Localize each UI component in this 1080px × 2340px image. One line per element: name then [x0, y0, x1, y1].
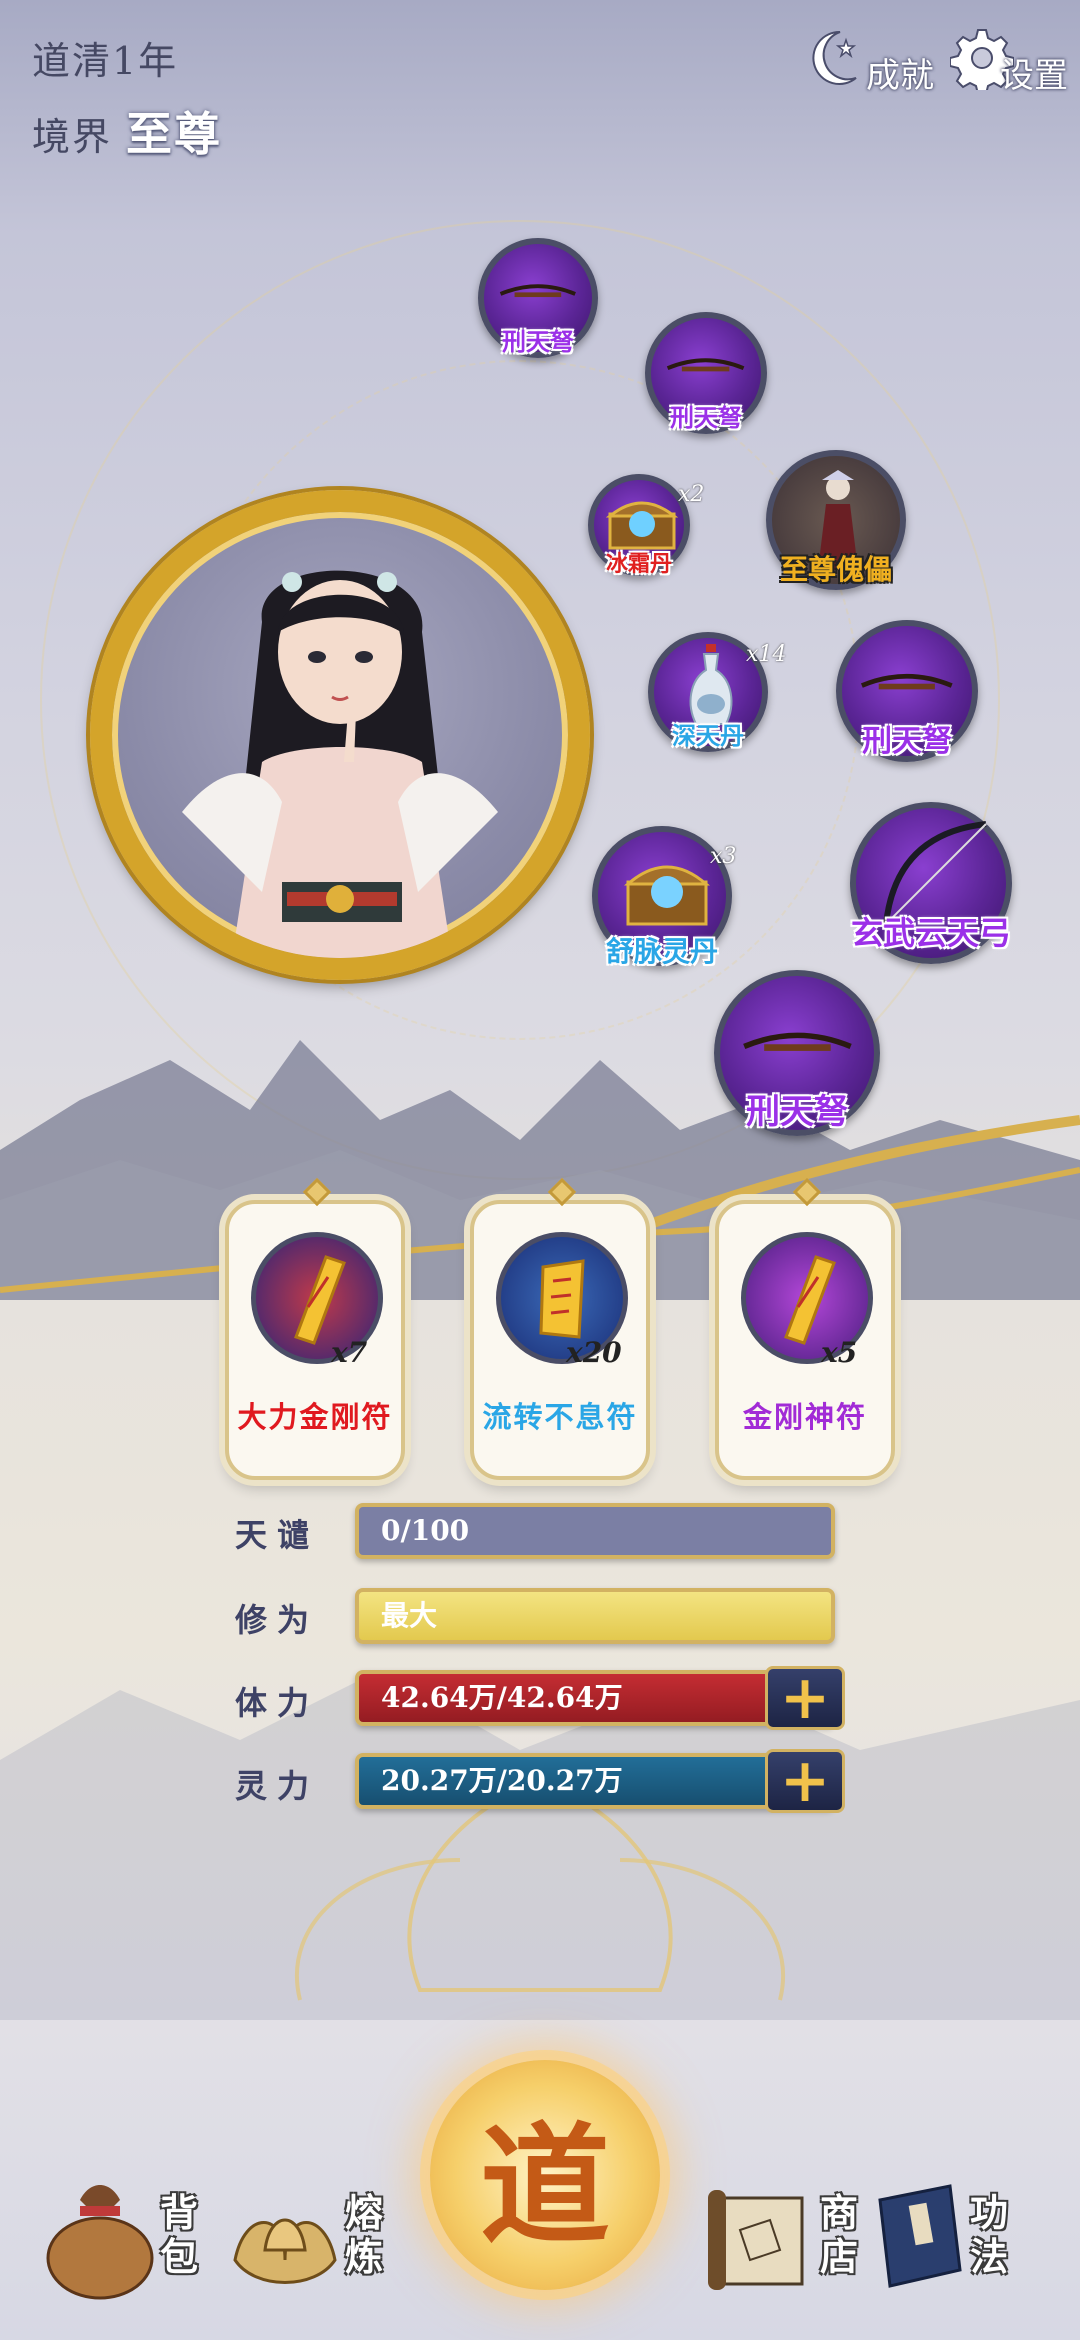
stat-label-xiuwei: 修为: [235, 1601, 320, 1639]
item-label: 深天丹: [672, 721, 744, 750]
crescent-star-icon: [812, 30, 857, 85]
item-label: 刑天弩: [746, 1092, 848, 1132]
treasure-chest-icon: [623, 865, 711, 926]
crossbow-icon: [667, 358, 745, 372]
nav-label: 商店: [820, 2190, 859, 2279]
nav-skills[interactable]: 功法: [860, 2170, 1014, 2300]
treasure-chest-icon: [606, 501, 678, 550]
stat-bar-lingli: 20.27万/20.27万: [355, 1753, 835, 1809]
talisman-count: x7: [331, 1336, 368, 1369]
stat-bar-xiuwei: 最大: [355, 1588, 835, 1644]
talisman-card-dali[interactable]: x7 大力金刚符: [225, 1177, 405, 1480]
item-label: 至尊傀儡: [779, 553, 892, 586]
plus-icon: +: [779, 1663, 831, 1733]
character-figure: [182, 570, 498, 958]
item-xingtian-crossbow-4[interactable]: 刑天弩: [714, 970, 880, 1136]
add-spirit-button[interactable]: +: [765, 1749, 845, 1813]
talisman-card-liuzhuan[interactable]: x20 流转不息符: [470, 1177, 650, 1480]
item-count: x14: [746, 642, 787, 667]
dao-cultivate-button[interactable]: 道: [430, 2060, 660, 2290]
character-portrait[interactable]: [90, 490, 590, 980]
stat-bar-tianqian: 0/100: [355, 1503, 835, 1559]
item-xuanwu-longbow[interactable]: 玄武云天弓: [850, 802, 1012, 964]
realm-value: 至尊: [126, 107, 223, 161]
realm-label: 境界: [32, 115, 113, 159]
stat-label-lingli: 灵力: [235, 1767, 320, 1805]
item-label: 冰霜丹: [605, 551, 672, 577]
nav-label: 熔炼: [345, 2190, 384, 2279]
item-xingtian-crossbow-3[interactable]: 刑天弩: [836, 620, 978, 762]
year-counter: 道清1年: [32, 30, 178, 85]
lotus-furnace-icon: [233, 2218, 337, 2284]
stat-value: 20.27万/20.27万: [381, 1764, 623, 1797]
stat-label-tili: 体力: [235, 1684, 320, 1722]
item-label: 玄武云天弓: [850, 914, 1011, 952]
plus-icon: +: [779, 1746, 831, 1816]
stat-label-tianqian: 天谴: [235, 1516, 320, 1554]
item-count: x3: [710, 844, 737, 869]
nav-smelt[interactable]: 熔炼: [225, 2170, 389, 2300]
achievements-label: 成就: [866, 56, 934, 96]
item-supreme-puppet[interactable]: 至尊傀儡: [766, 450, 906, 590]
realm-display: 境界 至尊: [32, 98, 222, 164]
nav-shop[interactable]: 商店: [700, 2170, 864, 2300]
talisman-name: 大力金刚符: [237, 1400, 393, 1434]
settings-label: 设置: [1000, 56, 1068, 96]
item-label: 刑天弩: [862, 724, 952, 759]
stat-bar-tili: 42.64万/42.64万: [355, 1670, 835, 1726]
crossbow-icon: [742, 1033, 852, 1052]
item-label: 刑天弩: [670, 403, 742, 432]
item-shentian-pill[interactable]: x14 深天丹: [648, 632, 786, 752]
item-bingshuang-pill[interactable]: x2 冰霜丹: [588, 474, 704, 577]
talisman-card-jingang[interactable]: x5 金刚神符: [715, 1177, 895, 1480]
stat-value: 最大: [381, 1599, 438, 1632]
nav-label: 功法: [970, 2190, 1009, 2279]
talisman-name: 金刚神符: [742, 1400, 867, 1434]
achievements-button[interactable]: 成就: [810, 18, 934, 97]
dao-glyph: 道: [479, 2109, 610, 2262]
talisman-count: x20: [566, 1336, 622, 1369]
nav-label: 背包: [160, 2190, 199, 2279]
talisman-name: 流转不息符: [482, 1400, 638, 1434]
item-shumai-pill[interactable]: x3 舒脉灵丹: [592, 826, 736, 968]
item-count: x2: [678, 482, 705, 507]
book-icon: [878, 2184, 962, 2288]
talisman-count: x5: [821, 1336, 858, 1369]
nav-bag[interactable]: 背包: [40, 2170, 204, 2300]
map-scroll-icon: [708, 2190, 804, 2290]
crossbow-icon: [861, 674, 953, 690]
item-xingtian-crossbow-1[interactable]: 刑天弩: [478, 238, 598, 358]
settings-button[interactable]: 设置: [950, 18, 1068, 97]
sack-icon: [46, 2185, 154, 2300]
add-stamina-button[interactable]: +: [765, 1666, 845, 1730]
stat-value: 42.64万/42.64万: [381, 1681, 623, 1714]
crossbow-icon: [499, 284, 577, 297]
stat-value: 0/100: [381, 1514, 470, 1547]
year-text: 道清1年: [32, 39, 179, 83]
item-label: 刑天弩: [502, 327, 574, 356]
item-label: 舒脉灵丹: [605, 935, 718, 968]
item-xingtian-crossbow-2[interactable]: 刑天弩: [645, 312, 767, 434]
